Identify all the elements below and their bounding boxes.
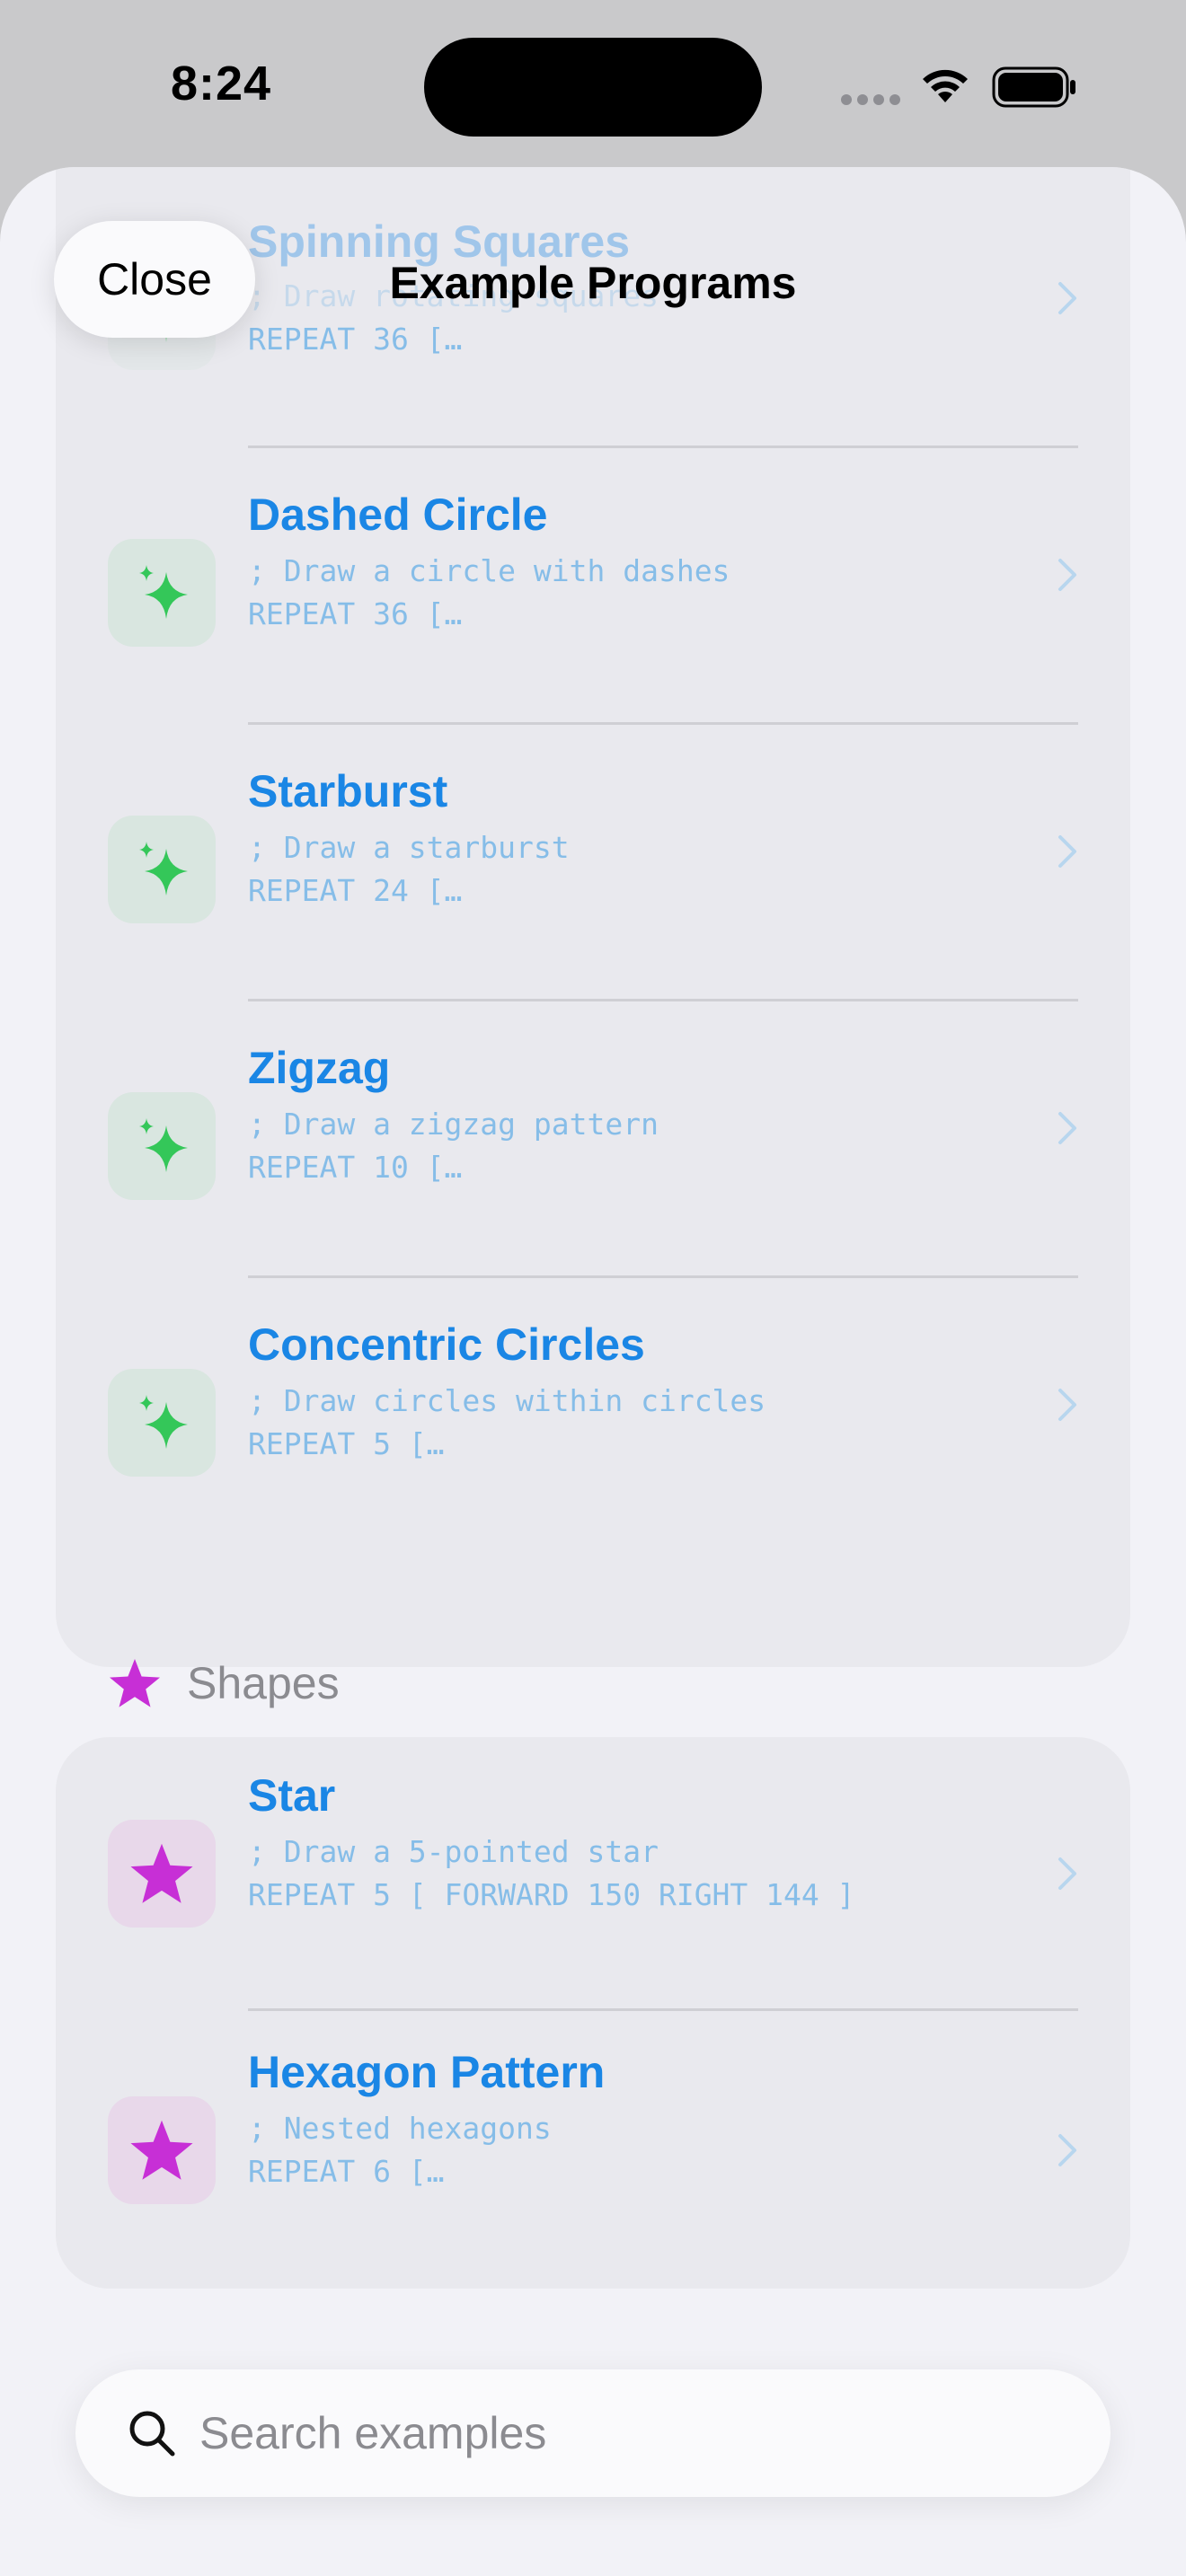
list-item[interactable]: Hexagon Pattern ; Nested hexagons REPEAT…	[56, 2012, 1130, 2289]
example-code-preview: REPEAT 36 […	[248, 322, 463, 357]
example-code-preview: REPEAT 5 [ FORWARD 150 RIGHT 144 ]	[248, 1877, 855, 1912]
list-item[interactable]: Concentric Circles ; Draw circles within…	[56, 1279, 1130, 1556]
divider	[248, 1275, 1078, 1278]
chevron-right-icon	[1058, 1112, 1076, 1144]
example-code-preview: REPEAT 6 […	[248, 2154, 445, 2189]
example-code-comment: ; Nested hexagons	[248, 2111, 552, 2146]
wifi-icon	[923, 69, 968, 102]
cellular-signal-icon	[841, 93, 906, 110]
shapes-list-group: Star ; Draw a 5-pointed star REPEAT 5 [ …	[56, 1737, 1130, 2289]
example-code-preview: REPEAT 10 […	[248, 1150, 463, 1185]
list-item[interactable]: Starburst ; Draw a starburst REPEAT 24 […	[56, 726, 1130, 1002]
example-title: Star	[248, 1770, 336, 1821]
search-bar[interactable]	[75, 2369, 1111, 2497]
battery-icon	[992, 66, 1075, 108]
example-code-comment: ; Draw a zigzag pattern	[248, 1107, 659, 1142]
list-item[interactable]: Star ; Draw a 5-pointed star REPEAT 5 [ …	[56, 1737, 1130, 2014]
section-label: Shapes	[187, 1658, 340, 1708]
chevron-right-icon	[1058, 559, 1076, 591]
example-title: Concentric Circles	[248, 1319, 645, 1370]
examples-list-group: Spinning Squares ; Draw rotating squares…	[56, 167, 1130, 1667]
sparkles-icon	[108, 1369, 216, 1477]
sparkles-icon	[108, 816, 216, 923]
dynamic-island	[424, 38, 762, 137]
star-icon	[108, 2096, 216, 2204]
example-title: Starburst	[248, 766, 448, 816]
chevron-right-icon	[1058, 1857, 1076, 1890]
divider	[248, 2008, 1078, 2011]
divider	[248, 999, 1078, 1001]
example-code-preview: REPEAT 36 […	[248, 596, 463, 631]
examples-sheet: Close Example Programs Spinning Squares …	[0, 167, 1186, 2576]
example-code-preview: REPEAT 24 […	[248, 873, 463, 908]
example-code-comment: ; Draw circles within circles	[248, 1383, 766, 1418]
divider	[248, 446, 1078, 448]
list-item[interactable]: Dashed Circle ; Draw a circle with dashe…	[56, 449, 1130, 726]
sparkles-icon	[108, 1092, 216, 1200]
status-time: 8:24	[171, 57, 272, 110]
search-input[interactable]	[199, 2407, 1008, 2459]
chevron-right-icon	[1058, 1389, 1076, 1421]
star-icon	[110, 1659, 160, 1707]
star-icon	[108, 1820, 216, 1928]
example-code-preview: REPEAT 5 […	[248, 1426, 445, 1461]
example-code-comment: ; Draw a 5-pointed star	[248, 1834, 659, 1869]
example-title: Zigzag	[248, 1043, 391, 1093]
chevron-right-icon	[1058, 835, 1076, 868]
close-button[interactable]: Close	[54, 221, 255, 338]
example-code-comment: ; Draw a starburst	[248, 830, 570, 865]
chevron-right-icon	[1058, 2134, 1076, 2166]
status-bar: 8:24	[0, 0, 1186, 171]
search-icon	[129, 2411, 175, 2457]
example-title: Hexagon Pattern	[248, 2047, 606, 2097]
divider	[248, 722, 1078, 725]
example-code-comment: ; Draw a circle with dashes	[248, 553, 730, 588]
section-header-shapes: Shapes	[108, 1647, 340, 1719]
sparkles-icon	[108, 539, 216, 647]
example-title: Dashed Circle	[248, 490, 548, 540]
list-item[interactable]: Zigzag ; Draw a zigzag pattern REPEAT 10…	[56, 1002, 1130, 1279]
